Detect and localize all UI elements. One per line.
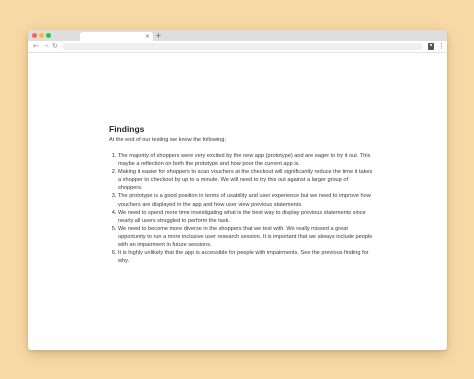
profile-icon[interactable] (428, 43, 434, 50)
kebab-menu-icon[interactable]: ⋮ (438, 42, 445, 51)
browser-toolbar: ← → ↻ ⋮ (28, 41, 447, 53)
address-bar[interactable] (62, 43, 423, 50)
list-item: The majority of shoppers were very excit… (118, 152, 374, 168)
findings-list: The majority of shoppers were very excit… (109, 152, 374, 265)
close-window-button[interactable] (32, 33, 37, 38)
list-item: Making it easier for shoppers to scan vo… (118, 168, 374, 192)
reload-icon[interactable]: ↻ (52, 42, 58, 51)
forward-arrow-icon[interactable]: → (43, 42, 49, 51)
list-item: It is highly unlikely that the app is ac… (118, 249, 374, 265)
list-item: We need to spend more time investigating… (118, 209, 374, 225)
browser-tab[interactable]: × (80, 32, 153, 41)
back-arrow-icon[interactable]: ← (33, 42, 39, 51)
minimize-window-button[interactable] (39, 33, 44, 38)
close-icon[interactable]: × (145, 32, 150, 41)
findings-heading: Findings (109, 124, 145, 134)
list-item: The prototype is a good position in term… (118, 192, 374, 208)
intro-text: At the end of our testing we know the fo… (109, 137, 226, 143)
maximize-window-button[interactable] (46, 33, 51, 38)
plus-icon[interactable]: + (155, 31, 162, 40)
browser-window: × + ← → ↻ ⋮ Findings At the end of our t… (28, 30, 447, 350)
list-item: We need to become more diverse in the sh… (118, 225, 374, 249)
tab-strip: × + (28, 30, 447, 41)
document-content: Findings At the end of our testing we kn… (109, 124, 374, 265)
